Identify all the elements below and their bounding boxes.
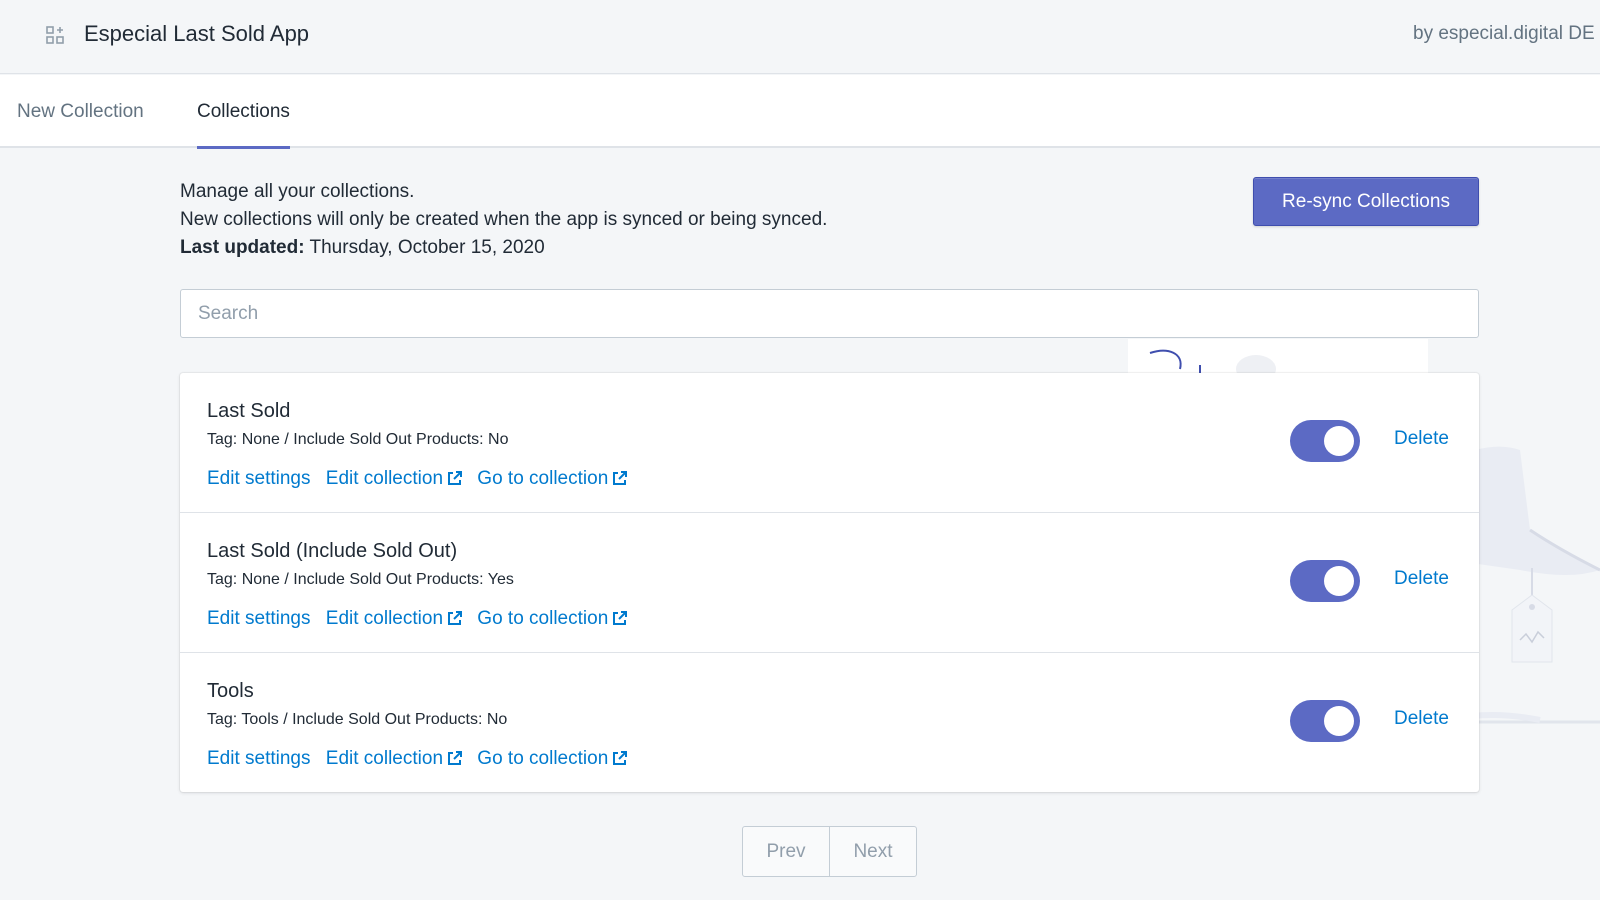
- go-to-collection-label: Go to collection: [477, 608, 609, 629]
- collection-links: Edit settings Edit collection Go to coll…: [207, 468, 637, 490]
- edit-settings-link[interactable]: Edit settings: [207, 748, 311, 769]
- delete-collection-button[interactable]: Delete: [1394, 428, 1449, 450]
- last-updated: Last updated: Thursday, October 15, 2020: [180, 234, 827, 262]
- edit-collection-label: Edit collection: [325, 608, 444, 629]
- toggle-knob: [1324, 566, 1354, 596]
- external-link-icon: [613, 611, 628, 625]
- illustration-squiggle-icon: [1149, 349, 1276, 383]
- collections-list: Last Sold Tag: None / Include Sold Out P…: [180, 373, 1479, 792]
- edit-collection-link[interactable]: Edit collection: [325, 748, 463, 769]
- collection-enabled-toggle[interactable]: [1290, 420, 1360, 462]
- collection-links: Edit settings Edit collection Go to coll…: [207, 608, 637, 630]
- toggle-knob: [1324, 426, 1354, 456]
- external-link-icon: [613, 751, 628, 765]
- go-to-collection-label: Go to collection: [477, 748, 609, 769]
- intro-line-2: New collections will only be created whe…: [180, 209, 828, 230]
- edit-settings-link[interactable]: Edit settings: [207, 608, 311, 629]
- edit-settings-link[interactable]: Edit settings: [207, 468, 311, 489]
- collection-meta: Tag: None / Include Sold Out Products: N…: [207, 431, 509, 448]
- go-to-collection-link[interactable]: Go to collection: [477, 468, 628, 489]
- collection-meta: Tag: Tools / Include Sold Out Products: …: [207, 711, 508, 728]
- tab-bar: New Collection Collections: [0, 75, 1600, 149]
- edit-collection-label: Edit collection: [325, 468, 444, 489]
- search-input[interactable]: [180, 289, 1479, 338]
- collection-row: Last Sold Tag: None / Include Sold Out P…: [180, 373, 1479, 513]
- tab-new-collection[interactable]: New Collection: [17, 75, 144, 148]
- edit-collection-label: Edit collection: [325, 748, 444, 769]
- external-link-icon: [448, 611, 463, 625]
- collection-enabled-toggle[interactable]: [1290, 560, 1360, 602]
- delete-collection-button[interactable]: Delete: [1394, 708, 1449, 730]
- collection-row: Last Sold (Include Sold Out) Tag: None /…: [180, 512, 1479, 652]
- intro-line-1: Manage all your collections.: [180, 181, 415, 202]
- toggle-knob: [1324, 706, 1354, 736]
- app-title: Especial Last Sold App: [84, 21, 310, 46]
- prev-page-button[interactable]: Prev: [743, 827, 829, 876]
- go-to-collection-label: Go to collection: [477, 468, 609, 489]
- external-link-icon: [613, 471, 628, 485]
- delete-collection-button[interactable]: Delete: [1394, 568, 1449, 590]
- last-updated-value: Thursday, October 15, 2020: [309, 237, 545, 258]
- resync-collections-button[interactable]: Re-sync Collections: [1253, 177, 1479, 226]
- edit-collection-link[interactable]: Edit collection: [325, 468, 463, 489]
- go-to-collection-link[interactable]: Go to collection: [477, 608, 628, 629]
- go-to-collection-link[interactable]: Go to collection: [477, 748, 628, 769]
- collection-title: Last Sold (Include Sold Out): [207, 540, 458, 562]
- collection-row: Tools Tag: Tools / Include Sold Out Prod…: [180, 652, 1479, 792]
- apps-grid-icon: [46, 26, 64, 44]
- edit-collection-link[interactable]: Edit collection: [325, 608, 463, 629]
- collection-title: Tools: [207, 680, 254, 702]
- external-link-icon: [448, 751, 463, 765]
- collection-links: Edit settings Edit collection Go to coll…: [207, 748, 637, 770]
- app-header: Especial Last Sold App by especial.digit…: [0, 0, 1600, 74]
- collection-title: Last Sold: [207, 400, 291, 422]
- collection-enabled-toggle[interactable]: [1290, 700, 1360, 742]
- collection-meta: Tag: None / Include Sold Out Products: Y…: [207, 571, 514, 588]
- last-updated-label: Last updated:: [180, 237, 305, 258]
- pagination: Prev Next: [742, 826, 917, 877]
- tab-collections[interactable]: Collections: [197, 75, 290, 149]
- background-illustration-card: [1128, 339, 1428, 383]
- app-byline: by especial.digital DE: [1413, 23, 1595, 44]
- next-page-button[interactable]: Next: [829, 827, 916, 876]
- intro-text: Manage all your collections. New collect…: [180, 178, 827, 262]
- external-link-icon: [448, 471, 463, 485]
